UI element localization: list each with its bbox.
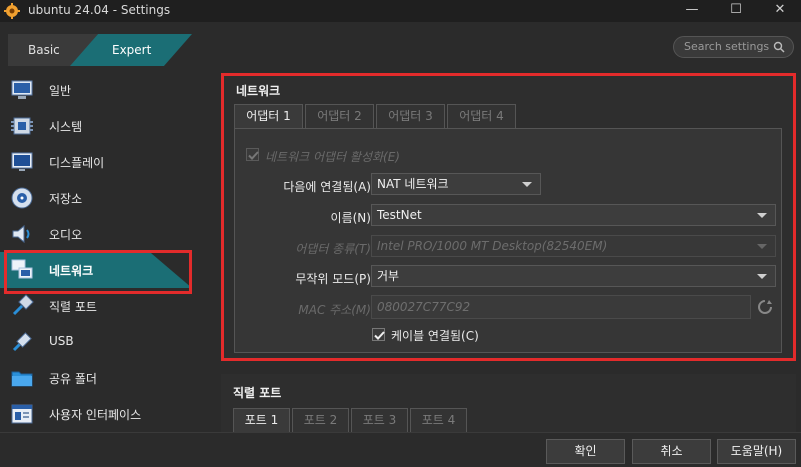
sidebar-highlight-box — [4, 250, 192, 294]
tab-port-2[interactable]: 포트 2 — [292, 408, 349, 432]
maximize-button[interactable]: ☐ — [714, 0, 758, 22]
panel-title: 네트워크 — [236, 84, 281, 98]
sidebar-item-label: 저장소 — [49, 192, 83, 206]
sidebar-item-label: 일반 — [49, 84, 72, 98]
tab-adapter-2[interactable]: 어댑터 2 — [305, 104, 374, 128]
serial-icon — [12, 294, 34, 316]
adapter-tab-content: 네트워크 어댑터 활성화(E) 다음에 연결됨(A): NAT 네트워크 이름(… — [234, 128, 782, 353]
promiscuous-mode-select[interactable]: 거부 — [371, 265, 776, 287]
ui-icon — [11, 404, 33, 424]
speaker-icon — [12, 224, 30, 244]
title-bar: ubuntu 24.04 - Settings — ☐ ✕ — [0, 0, 801, 22]
virtualbox-gear-icon — [4, 3, 20, 19]
adapter-type-label: 어댑터 종류(T): — [295, 242, 375, 256]
sidebar-item-display[interactable]: 디스플레이 — [0, 144, 200, 180]
adapter-type-value: Intel PRO/1000 MT Desktop(82540EM) — [377, 239, 608, 253]
sidebar-item-label: 직렬 포트 — [49, 300, 97, 314]
cable-connected-label: 케이블 연결됨(C) — [391, 329, 479, 343]
tab-port-3[interactable]: 포트 3 — [351, 408, 408, 432]
checkmark-icon — [248, 151, 259, 160]
tab-port-4[interactable]: 포트 4 — [410, 408, 467, 432]
ok-button[interactable]: 확인 — [546, 439, 625, 464]
button-bar: 확인 취소 도움말(H) — [0, 432, 801, 467]
enable-adapter-checkbox[interactable] — [246, 148, 259, 161]
enable-adapter-label: 네트워크 어댑터 활성화(E) — [265, 150, 400, 164]
usb-icon — [12, 332, 32, 352]
sidebar-item-label: 공유 폴더 — [49, 372, 97, 386]
chevron-down-icon — [757, 274, 767, 279]
chip-icon — [11, 117, 33, 135]
chevron-down-icon — [757, 213, 767, 218]
cancel-button[interactable]: 취소 — [632, 439, 711, 464]
serial-ports-panel: 직렬 포트 포트 1 포트 2 포트 3 포트 4 — [221, 374, 796, 433]
attached-to-select[interactable]: NAT 네트워크 — [371, 173, 541, 195]
sidebar-item-general[interactable]: 일반 — [0, 72, 200, 108]
sidebar-item-user-interface[interactable]: 사용자 인터페이스 — [0, 396, 200, 432]
tab-port-1[interactable]: 포트 1 — [233, 408, 290, 433]
name-select[interactable]: TestNet — [371, 204, 776, 226]
sidebar-item-label: 사용자 인터페이스 — [49, 408, 142, 422]
sidebar-item-label: 오디오 — [49, 228, 83, 242]
display-icon — [11, 152, 33, 171]
attached-to-value: NAT 네트워크 — [377, 177, 449, 191]
tab-adapter-4[interactable]: 어댑터 4 — [447, 104, 516, 128]
help-button[interactable]: 도움말(H) — [717, 439, 796, 464]
sidebar-item-system[interactable]: 시스템 — [0, 108, 200, 144]
close-button[interactable]: ✕ — [758, 0, 801, 22]
checkmark-icon — [374, 331, 385, 340]
name-label: 이름(N): — [330, 211, 375, 225]
search-input[interactable]: Search settings — [673, 36, 794, 58]
monitor-icon — [11, 80, 33, 99]
folder-icon — [11, 371, 33, 387]
promiscuous-mode-value: 거부 — [377, 269, 400, 283]
attached-to-label: 다음에 연결됨(A): — [283, 180, 375, 194]
chevron-down-icon — [522, 182, 532, 187]
mac-address-field: 080027C77C92 — [371, 295, 751, 319]
mac-address-label: MAC 주소(M): — [298, 303, 375, 317]
sidebar-item-label: 디스플레이 — [49, 156, 105, 170]
promiscuous-mode-label: 무작위 모드(P): — [295, 272, 375, 286]
disk-icon — [11, 187, 33, 209]
refresh-icon — [758, 300, 772, 314]
tab-adapter-3[interactable]: 어댑터 3 — [376, 104, 445, 128]
network-panel: 네트워크 어댑터 1 어댑터 2 어댑터 3 어댑터 4 네트워크 어댑터 활성… — [221, 73, 796, 361]
sidebar-item-shared-folders[interactable]: 공유 폴더 — [0, 360, 200, 396]
minimize-button[interactable]: — — [670, 0, 714, 22]
mode-switch: Basic Expert — [8, 34, 192, 66]
search-icon — [773, 41, 785, 53]
sidebar-item-audio[interactable]: 오디오 — [0, 216, 200, 252]
serial-panel-title: 직렬 포트 — [233, 386, 282, 400]
sidebar-item-label: 시스템 — [49, 120, 83, 134]
sidebar-item-label: USB — [49, 334, 74, 348]
name-value: TestNet — [377, 208, 422, 222]
search-placeholder: Search settings — [684, 40, 770, 53]
cable-connected-checkbox[interactable] — [372, 328, 385, 341]
sidebar-item-usb[interactable]: USB — [0, 324, 200, 360]
tab-adapter-1[interactable]: 어댑터 1 — [234, 104, 303, 129]
chevron-down-icon — [757, 244, 767, 249]
sidebar-item-storage[interactable]: 저장소 — [0, 180, 200, 216]
window-title: ubuntu 24.04 - Settings — [28, 3, 171, 17]
adapter-type-select: Intel PRO/1000 MT Desktop(82540EM) — [371, 235, 776, 257]
